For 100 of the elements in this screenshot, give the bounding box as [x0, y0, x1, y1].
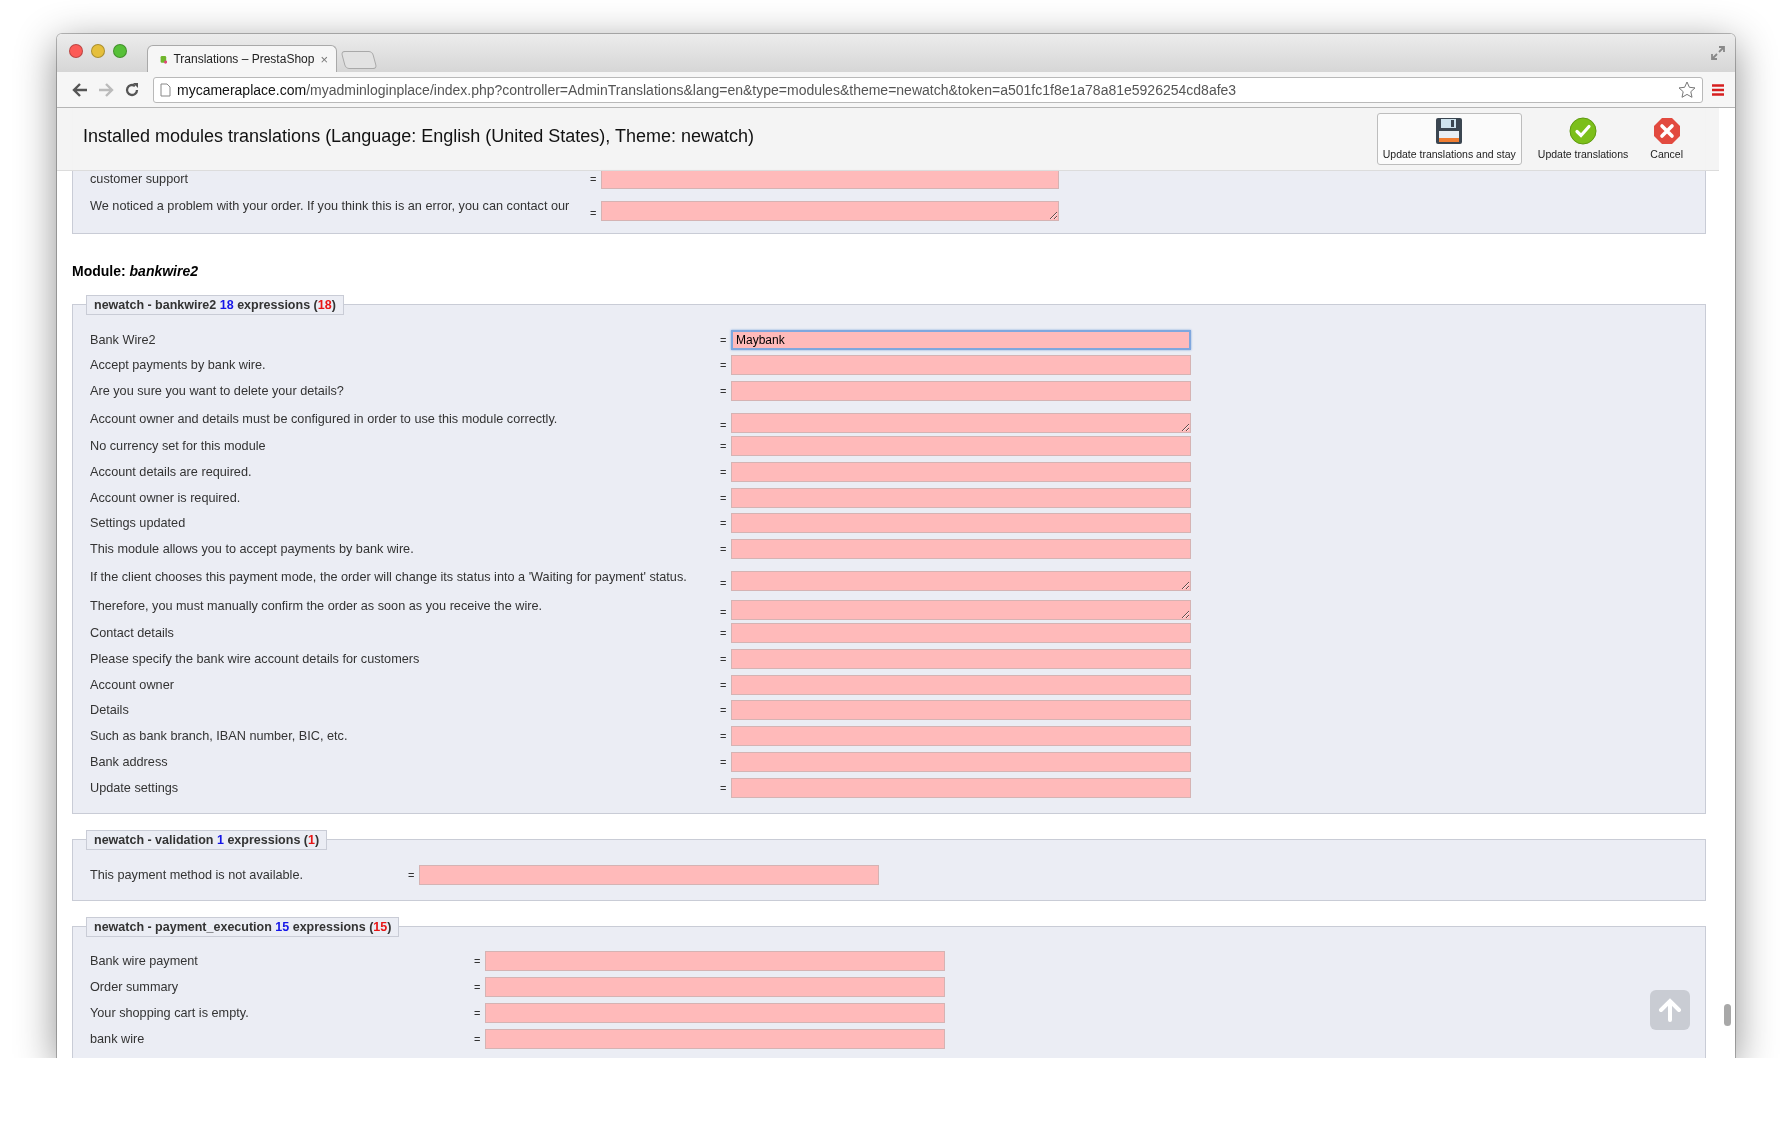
- close-icon: [1652, 117, 1681, 145]
- equals-sign: =: [720, 419, 728, 434]
- equals-sign: =: [720, 652, 728, 665]
- menu-icon[interactable]: [1711, 82, 1725, 97]
- translation-field[interactable]: [485, 951, 945, 972]
- tab-close[interactable]: ×: [320, 51, 328, 67]
- translation-field[interactable]: [601, 200, 1059, 221]
- tab-title: Translations – PrestaShop: [173, 52, 315, 66]
- equals-sign: =: [590, 206, 598, 221]
- expression-label: Bank wire payment: [90, 954, 199, 969]
- expression-label: No currency set for this module: [90, 439, 267, 454]
- translation-field[interactable]: [731, 539, 1191, 560]
- expression-label: Such as bank branch, IBAN number, BIC, etc.: [90, 729, 349, 744]
- expression-label: Contact details: [90, 626, 175, 641]
- translation-field[interactable]: [485, 1003, 945, 1024]
- expression-label: Update settings: [90, 780, 180, 795]
- toolbar-button[interactable]: Cancel: [1644, 113, 1689, 165]
- url-text: mycameraplace.com/myadminloginplace/index.php?controller=AdminTranslations&lang=en&type=modules&theme=newatch&token=a501fc1f8e1a78a81e5926254cd8afe3: [177, 81, 1238, 98]
- translation-field[interactable]: [731, 487, 1191, 508]
- expression-label: If the client chooses this payment mode, the order will change its status into a 'Waiting for payment' status.: [90, 569, 688, 584]
- expression-label: We noticed a problem with your order. If you think this is an error, you can contact our: [90, 199, 571, 214]
- equals-sign: =: [720, 465, 728, 478]
- translation-field[interactable]: [731, 381, 1191, 402]
- expression-label: Bank Wire2: [90, 332, 157, 347]
- expression-label: Settings updated: [90, 516, 187, 531]
- equals-sign: =: [720, 730, 728, 743]
- toolbar-button[interactable]: Update translations and stay: [1376, 113, 1522, 165]
- expression-label: Are you sure you want to delete your details?: [90, 384, 345, 399]
- equals-sign: =: [720, 543, 728, 556]
- group-legend: newatch - bankwire2 18 expressions (18): [86, 294, 344, 315]
- reload-icon: [124, 81, 140, 98]
- expression-label: Account owner is required.: [90, 490, 242, 505]
- translation-field[interactable]: Maybank: [731, 329, 1191, 350]
- translation-field[interactable]: [731, 648, 1191, 669]
- equals-sign: =: [720, 756, 728, 769]
- equals-sign: =: [720, 577, 728, 592]
- equals-sign: =: [474, 981, 482, 994]
- expression-label: Order summary: [90, 980, 180, 995]
- module-heading: Module: bankwire2: [72, 262, 200, 279]
- translation-field[interactable]: [731, 700, 1191, 721]
- equals-sign: =: [720, 333, 728, 346]
- scroll-to-top-button[interactable]: [1650, 990, 1690, 1030]
- new-tab-button[interactable]: [340, 51, 378, 69]
- expression-label: This payment method is not available.: [90, 867, 304, 882]
- translation-field[interactable]: [419, 864, 879, 885]
- equals-sign: =: [408, 868, 416, 881]
- translation-field[interactable]: [731, 436, 1191, 457]
- translation-field[interactable]: [731, 571, 1191, 592]
- equals-sign: =: [720, 704, 728, 717]
- up-arrow-icon: [1658, 998, 1682, 1022]
- equals-sign: =: [720, 606, 728, 621]
- expression-label: bank wire: [90, 1031, 146, 1046]
- equals-sign: =: [590, 172, 598, 185]
- translation-field[interactable]: [731, 623, 1191, 644]
- browser-tab[interactable]: Translations – PrestaShop ×: [147, 45, 337, 72]
- equals-sign: =: [720, 491, 728, 504]
- expression-label: Account owner: [90, 677, 175, 692]
- expression-label: customer support: [90, 171, 190, 186]
- equals-sign: =: [474, 955, 482, 968]
- group-legend: newatch - payment_execution 15 expressions (15): [86, 916, 400, 937]
- equals-sign: =: [720, 517, 728, 530]
- equals-sign: =: [720, 678, 728, 691]
- checkmark-icon: [1569, 117, 1598, 145]
- forward-arrow-icon: [98, 82, 114, 97]
- equals-sign: =: [720, 359, 728, 372]
- translation-field[interactable]: [731, 726, 1191, 747]
- translation-field[interactable]: [731, 413, 1191, 434]
- close-window-icon[interactable]: [69, 44, 83, 58]
- equals-sign: =: [474, 1032, 482, 1045]
- star-icon[interactable]: [1678, 80, 1696, 99]
- expression-label: Bank address: [90, 755, 169, 770]
- equals-sign: =: [474, 1007, 482, 1020]
- expression-label: Accept payments by bank wire.: [90, 358, 267, 373]
- translation-field[interactable]: [485, 1028, 945, 1049]
- translation-field[interactable]: [731, 674, 1191, 695]
- maximize-window-icon[interactable]: [113, 44, 127, 58]
- translation-field[interactable]: [485, 977, 945, 998]
- group-legend: newatch - validation 1 expressions (1): [86, 829, 328, 850]
- expression-label: Your shopping cart is empty.: [90, 1006, 250, 1021]
- translation-field[interactable]: [731, 600, 1191, 621]
- translation-field[interactable]: [731, 355, 1191, 376]
- translation-field[interactable]: [731, 777, 1191, 798]
- expression-label: Account owner and details must be configured in order to use this module correctly.: [90, 411, 559, 426]
- translation-field[interactable]: [731, 752, 1191, 773]
- minimize-window-icon[interactable]: [91, 44, 105, 58]
- translation-field[interactable]: [731, 461, 1191, 482]
- equals-sign: =: [720, 627, 728, 640]
- fullscreen-icon[interactable]: [1711, 46, 1725, 60]
- expression-label: Please specify the bank wire account details for customers: [90, 651, 421, 666]
- scrollbar-thumb[interactable]: [1724, 1004, 1731, 1026]
- page-title: Installed modules translations (Language: English (United States), Theme: newatch): [83, 125, 756, 147]
- translation-field[interactable]: [731, 513, 1191, 534]
- expression-label: Details: [90, 703, 130, 718]
- equals-sign: =: [720, 385, 728, 398]
- back-arrow-icon: [72, 82, 88, 97]
- expression-label: This module allows you to accept payments by bank wire.: [90, 542, 415, 557]
- expression-label: Account details are required.: [90, 464, 253, 479]
- equals-sign: =: [720, 781, 728, 794]
- toolbar-button[interactable]: Update translations: [1531, 113, 1635, 165]
- address-bar[interactable]: mycameraplace.com/myadminloginplace/index.php?controller=AdminTranslations&lang=en&type=modules&theme=newatch&token=a501fc1f8e1a78a81e5926254cd8afe3: [153, 76, 1703, 103]
